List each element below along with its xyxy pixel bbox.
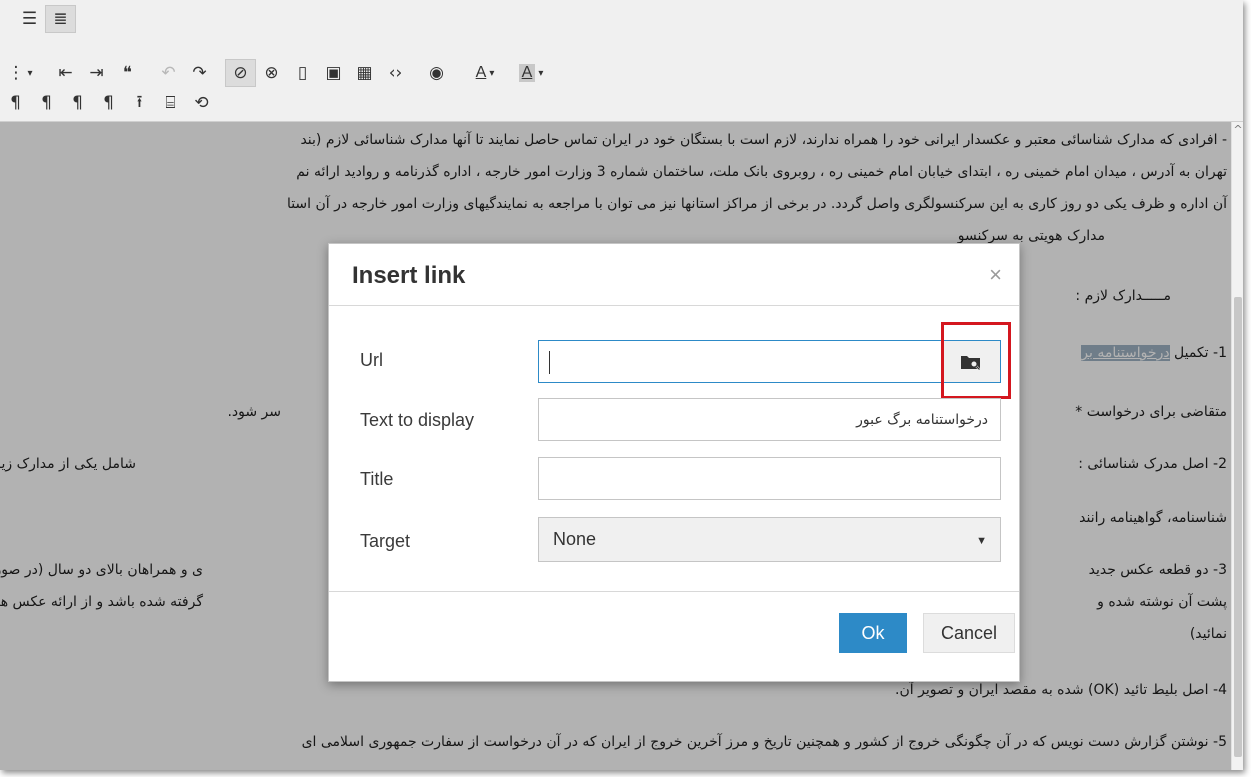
scroll-up-arrow-icon[interactable]: ^ — [1232, 122, 1243, 138]
indent-icon[interactable]: ⇥ — [81, 59, 112, 87]
paragraph-rtl-icon[interactable]: ¶ — [31, 89, 62, 117]
editor-scrollbar[interactable]: ^ — [1231, 122, 1243, 770]
blockquote-icon[interactable]: ❝ — [112, 59, 143, 87]
ok-button[interactable]: Ok — [839, 613, 907, 653]
list-dropdown-icon[interactable]: ⋮ ▾ — [0, 59, 40, 87]
toolbar-row-3: ¶ ¶ ¶ ¶ ⭱ ⌸ ⟲ — [0, 88, 217, 118]
toolbar-row-2: ⋮ ▾ ⇤ ⇥ ❝ ↶ ↷ ⊘ ⊗ ▯ ▣ ▦ ‹› ◉ A ▾ A ▾ — [0, 58, 554, 88]
background-color-icon[interactable]: A ▾ — [508, 59, 554, 87]
outdent-icon[interactable]: ⇤ — [50, 59, 81, 87]
restore-draft-icon[interactable]: ⟲ — [186, 89, 217, 117]
paragraph-ltr-icon[interactable]: ¶ — [0, 89, 31, 117]
redo-icon[interactable]: ↷ — [184, 59, 215, 87]
align-justify-active-icon[interactable]: ≣ — [45, 5, 76, 33]
paragraph-mark-icon[interactable]: ¶ — [62, 89, 93, 117]
target-value: None — [553, 529, 597, 549]
undo-icon[interactable]: ↶ — [153, 59, 184, 87]
text-to-display-input[interactable]: درخواستنامه برگ عبور — [538, 398, 1001, 441]
text-to-display-label: Text to display — [360, 410, 475, 430]
scrollbar-thumb[interactable] — [1234, 297, 1242, 757]
preview-icon[interactable]: ◉ — [421, 59, 452, 87]
url-label: Url — [360, 350, 383, 370]
close-icon[interactable]: × — [989, 262, 1002, 288]
title-label: Title — [360, 469, 394, 489]
paragraph-mark-2-icon[interactable]: ¶ — [93, 89, 124, 117]
editor-window: ☰ ≣ ⋮ ▾ ⇤ ⇥ ❝ ↶ ↷ ⊘ ⊗ ▯ ▣ ▦ ‹› ◉ A ▾ A ▾ ¶ — [0, 0, 1243, 770]
highlight-box — [941, 322, 1011, 399]
title-input[interactable] — [538, 457, 1001, 500]
text-cursor — [549, 351, 550, 374]
chevron-down-icon: ▼ — [976, 535, 987, 547]
upload-icon[interactable]: ⭱ — [124, 89, 155, 117]
text-color-icon[interactable]: A ▾ — [462, 59, 508, 87]
image-icon[interactable]: ▣ — [318, 59, 349, 87]
code-icon[interactable]: ‹› — [380, 59, 411, 87]
editor-toolbar: ☰ ≣ ⋮ ▾ ⇤ ⇥ ❝ ↶ ↷ ⊘ ⊗ ▯ ▣ ▦ ‹› ◉ A ▾ A ▾ ¶ — [0, 0, 1243, 122]
bookmark-icon[interactable]: ▯ — [287, 59, 318, 87]
dialog-header: Insert link × — [329, 244, 1019, 306]
target-select[interactable]: None ▼ — [538, 517, 1001, 562]
text-to-display-value: درخواستنامه برگ عبور — [856, 411, 988, 428]
dialog-footer: Ok Cancel — [329, 591, 1019, 681]
toolbar-row-1: ☰ ≣ — [14, 4, 76, 34]
media-icon[interactable]: ▦ — [349, 59, 380, 87]
target-label: Target — [360, 531, 411, 551]
url-input[interactable] — [538, 340, 1001, 383]
unlink-icon[interactable]: ⊗ — [256, 59, 287, 87]
insert-link-dialog: Insert link × Url Text to display درخواس… — [328, 243, 1020, 682]
dialog-title: Insert link — [352, 262, 466, 289]
cancel-button[interactable]: Cancel — [923, 613, 1015, 653]
link-icon[interactable]: ⊘ — [225, 59, 256, 87]
align-justify-icon[interactable]: ☰ — [14, 5, 45, 33]
page-break-icon[interactable]: ⌸ — [155, 89, 186, 117]
